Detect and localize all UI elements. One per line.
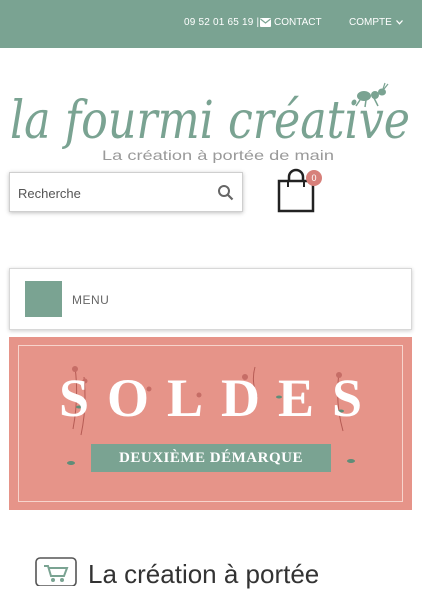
search-icon[interactable] xyxy=(216,183,236,203)
top-bar: 09 52 01 65 19 | CONTACT COMPTE xyxy=(0,0,422,48)
contact-link[interactable]: CONTACT xyxy=(260,17,322,28)
hamburger-icon[interactable] xyxy=(25,281,62,317)
contact-label: CONTACT xyxy=(274,17,322,28)
cart-button[interactable]: 0 xyxy=(276,168,324,214)
envelope-icon xyxy=(260,18,271,27)
account-dropdown[interactable]: COMPTE xyxy=(349,17,403,28)
sales-banner[interactable]: SOLDES DEUXIÈME DÉMARQUE xyxy=(9,337,412,510)
menu-toggle[interactable]: MENU xyxy=(9,268,412,330)
cart-count-badge: 0 xyxy=(306,170,322,186)
banner-ribbon: DEUXIÈME DÉMARQUE xyxy=(91,444,331,472)
tagline-text: La création à portée xyxy=(88,559,320,589)
search-input[interactable] xyxy=(18,182,208,204)
logo-subtitle: La création à portée de main xyxy=(102,147,334,163)
account-label: COMPTE xyxy=(349,17,392,28)
phone-number[interactable]: 09 52 01 65 19 | xyxy=(184,17,259,28)
banner-headline: SOLDES xyxy=(58,368,381,428)
site-logo[interactable]: la fourmi créative La création à portée … xyxy=(10,82,412,164)
logo-title: la fourmi créative xyxy=(10,91,410,151)
menu-label: MENU xyxy=(72,293,110,307)
search-box xyxy=(9,172,243,212)
chevron-down-icon xyxy=(395,20,403,25)
